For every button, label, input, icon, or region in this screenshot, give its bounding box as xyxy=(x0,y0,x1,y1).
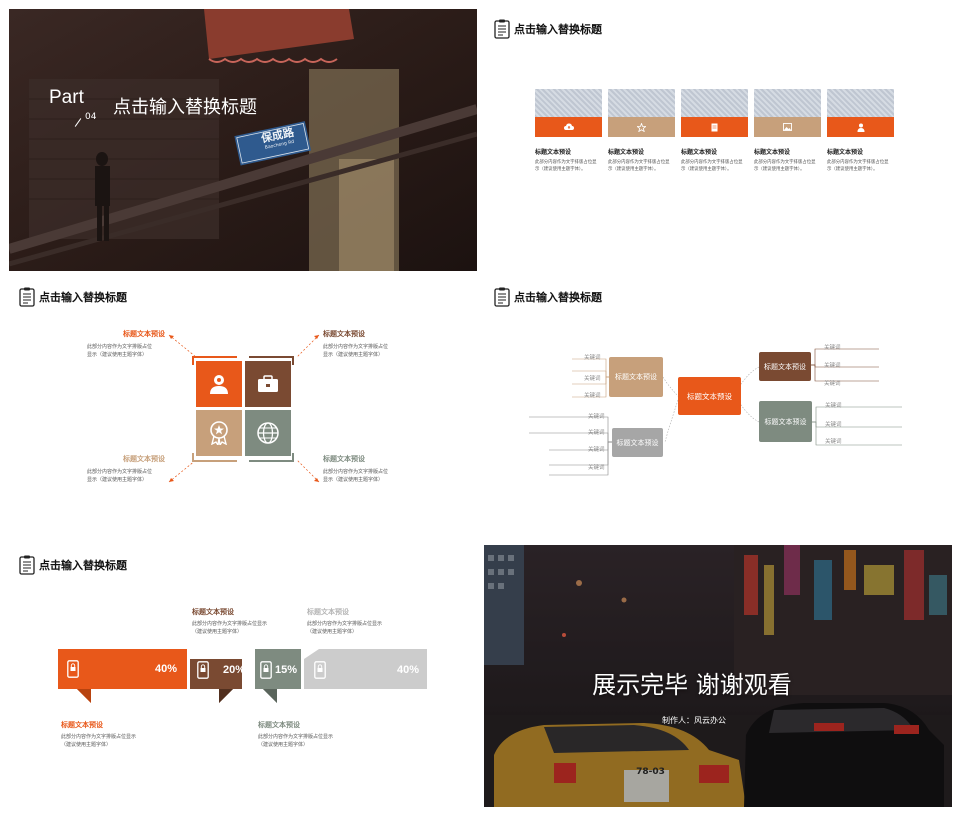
phone-lock-icon xyxy=(314,661,326,679)
mind-map-node-left-bottom: 标题文本预设 xyxy=(612,428,663,457)
text-block-bottom-left: 标题文本预设 此部分内容作为文字排版占位 显示（建议使用主题字体） xyxy=(87,455,165,483)
slide-four-quadrants[interactable]: 点击输入替换标题 标题文本预设 此部分内容作为文字排版占位 显示（建议使用主题字… xyxy=(9,277,477,539)
keyword-label: 关键词 xyxy=(588,465,605,471)
street-photo-background xyxy=(9,9,477,271)
column-body: 此部分内容作为文字排版占位显 示（建议使用主题字体）。 xyxy=(535,160,597,172)
globe-icon xyxy=(257,422,279,444)
text-block-bottom-1: 标题文本预设 此部分内容作为文字排版占位显示 （建议使用主题字体） xyxy=(61,721,137,748)
column-card: 标题文本预设 此部分内容作为文字排版占位显 示（建议使用主题字体）。 xyxy=(827,89,894,173)
image-placeholder xyxy=(608,89,675,117)
image-placeholder xyxy=(535,89,602,117)
part-number: 04 xyxy=(85,112,97,122)
phone-lock-icon xyxy=(260,661,272,679)
percentage-bars xyxy=(58,649,427,703)
keyword-label: 关键词 xyxy=(584,376,601,382)
keyword-label: 关键词 xyxy=(825,439,842,445)
icon-band xyxy=(827,117,894,137)
keyword-label: 关键词 xyxy=(825,403,842,409)
quadrant-tile-orange xyxy=(196,361,242,407)
column-card: 标题文本预设 此部分内容作为文字排版占位显 示（建议使用主题字体）。 xyxy=(681,89,748,173)
document-icon xyxy=(711,123,718,131)
mind-map-node-right-top: 标题文本预设 xyxy=(759,352,811,381)
image-placeholder xyxy=(681,89,748,117)
slide-five-columns[interactable]: 点击输入替换标题 标题文本预设 此部分内容作为文字排版占位显 示（建议使用主题字体… xyxy=(484,9,952,271)
text-block-bottom-2: 标题文本预设 此部分内容作为文字排版占位显示 （建议使用主题字体） xyxy=(258,721,334,748)
title-bar: 点击输入替换标题 xyxy=(494,19,602,39)
quadrant-tile-tan xyxy=(196,410,242,456)
bar-percentage: 40% xyxy=(397,664,420,676)
clipboard-icon xyxy=(494,19,510,39)
column-card: 标题文本预设 此部分内容作为文字排版占位显 示（建议使用主题字体）。 xyxy=(535,89,602,173)
briefcase-icon xyxy=(258,375,278,392)
phone-lock-icon xyxy=(197,661,209,679)
user-badge-icon xyxy=(210,375,228,394)
mind-map-node-right-bottom: 标题文本预设 xyxy=(759,401,812,442)
quadrant-tile-green xyxy=(245,410,291,456)
keyword-label: 关键词 xyxy=(824,363,841,369)
user-icon xyxy=(857,123,864,132)
part-label: Part xyxy=(49,87,84,108)
column-header: 标题文本预设 xyxy=(608,149,645,156)
column-card: 标题文本预设 此部分内容作为文字排版占位显 示（建议使用主题字体）。 xyxy=(754,89,821,173)
keyword-label: 关键词 xyxy=(824,345,841,351)
slide-title: 点击输入替换标题 xyxy=(113,97,257,118)
slide-mind-map[interactable]: 点击输入替换标题 标题文本预设 标题文本预设 标题文本预设 标题文本预设 标题文… xyxy=(484,277,952,539)
column-body: 此部分内容作为文字排版占位显 示（建议使用主题字体）。 xyxy=(608,160,670,172)
column-body: 此部分内容作为文字排版占位显 示（建议使用主题字体）。 xyxy=(827,160,889,172)
icon-band xyxy=(681,117,748,137)
column-header: 标题文本预设 xyxy=(827,149,864,156)
icon-band xyxy=(535,117,602,137)
column-header: 标题文本预设 xyxy=(681,149,718,156)
icon-band xyxy=(608,117,675,137)
keyword-label: 关键词 xyxy=(588,447,605,453)
column-body: 此部分内容作为文字排版占位显 示（建议使用主题字体）。 xyxy=(754,160,816,172)
keyword-label: 关键词 xyxy=(584,393,601,399)
bar-percentage: 20% xyxy=(223,664,246,676)
image-placeholder xyxy=(754,89,821,117)
cloud-upload-icon xyxy=(563,123,574,130)
text-block-bottom-right: 标题文本预设 此部分内容作为文字排版占位 显示（建议使用主题字体） xyxy=(323,455,389,483)
keyword-label: 关键词 xyxy=(588,414,605,420)
column-card: 标题文本预设 此部分内容作为文字排版占位显 示（建议使用主题字体）。 xyxy=(608,89,675,173)
slide-title: 点击输入替换标题 xyxy=(514,23,602,36)
slide-percentage-bars[interactable]: 点击输入替换标题 标题文本预设 此部分内容作为文字排版占位显示 （建议使用主题字体… xyxy=(9,545,477,807)
phone-lock-icon xyxy=(67,660,79,678)
image-placeholder xyxy=(827,89,894,117)
icon-band xyxy=(754,117,821,137)
star-icon xyxy=(637,122,646,132)
award-ribbon-icon xyxy=(210,421,228,445)
column-body: 此部分内容作为文字排版占位显 示（建议使用主题字体）。 xyxy=(681,160,743,172)
bar-percentage: 40% xyxy=(155,663,178,675)
text-block-top-right: 标题文本预设 此部分内容作为文字排版占位 显示（建议使用主题字体） xyxy=(323,330,389,358)
image-icon xyxy=(783,123,792,131)
column-header: 标题文本预设 xyxy=(535,149,572,156)
bar-percentage: 15% xyxy=(275,664,298,676)
license-plate: 78-03 xyxy=(636,767,665,777)
keyword-label: 关键词 xyxy=(824,381,841,387)
quadrant-tile-brown xyxy=(245,361,291,407)
slide-part-04[interactable]: 保成路 Baocheng Rd Part 04 点击输入替换标题 xyxy=(9,9,477,271)
keyword-label: 关键词 xyxy=(584,355,601,361)
author-credit: 制作人：风云办公 xyxy=(662,716,726,725)
closing-title: 展示完毕 谢谢观看 xyxy=(592,671,792,699)
column-header: 标题文本预设 xyxy=(754,149,791,156)
mind-map-center-node: 标题文本预设 xyxy=(678,377,741,415)
mind-map-node-left-top: 标题文本预设 xyxy=(609,357,663,397)
keyword-label: 关键词 xyxy=(825,422,842,428)
keyword-label: 关键词 xyxy=(588,430,605,436)
slide-thank-you[interactable]: 78-03 展示完毕 谢谢观看 制作人：风云办公 xyxy=(484,545,952,807)
connector-lines xyxy=(168,334,320,483)
text-block-top-left: 标题文本预设 此部分内容作为文字排版占位 显示（建议使用主题字体） xyxy=(87,330,165,358)
